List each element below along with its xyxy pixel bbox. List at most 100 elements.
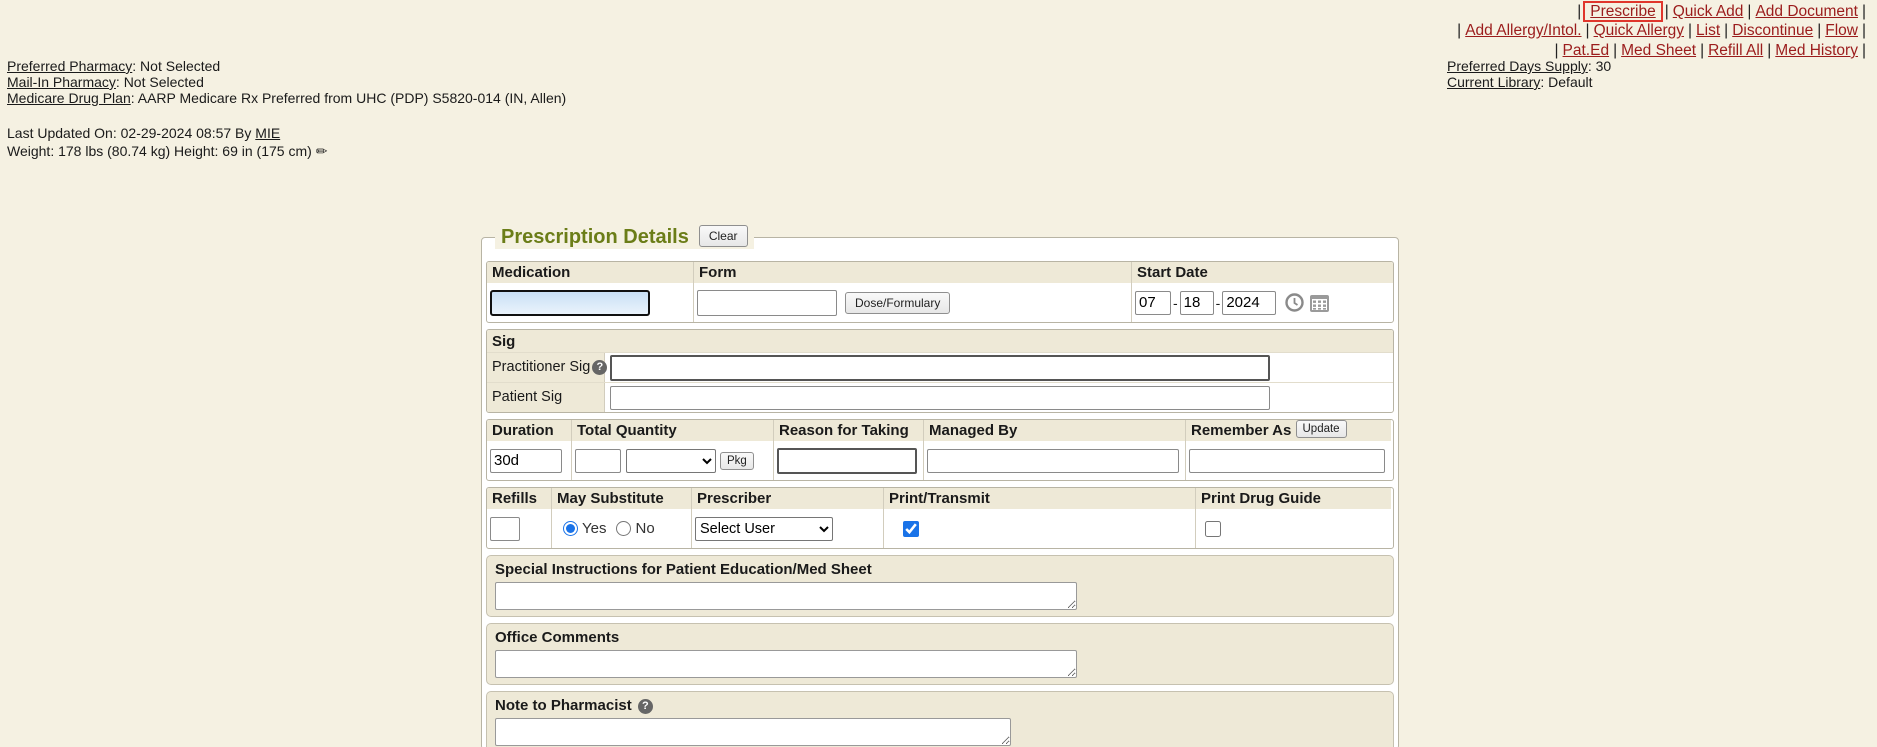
medication-form-date-table: Medication Form Dose/Formulary Start Dat… [486,261,1394,323]
time-clock-icon[interactable] [1285,293,1304,312]
medication-actions-toolbar: Prescribe Quick Add Add Document Add Aller… [1455,1,1868,61]
dose-formulary-button[interactable]: Dose/Formulary [845,292,950,314]
nav-flow-link[interactable]: Flow [1825,22,1858,39]
note-to-pharmacist-textarea[interactable] [495,718,1011,746]
office-comments-panel: Office Comments [486,623,1394,685]
start-date-column: Start Date - - [1131,262,1393,322]
reason-for-taking-input[interactable] [777,448,917,474]
nav-prescribe-link[interactable]: Prescribe [1590,3,1655,20]
sig-header: Sig [487,330,1393,352]
duration-input[interactable] [490,449,562,473]
may-substitute-yes-label: Yes [582,520,606,537]
refills-input[interactable] [490,517,520,541]
may-substitute-no-radio[interactable] [616,521,631,536]
divider [1586,22,1590,39]
current-library-link[interactable]: Current Library [1447,74,1540,90]
nav-med-history-link[interactable]: Med History [1775,42,1858,59]
nav-add-allergy-link[interactable]: Add Allergy/Intol. [1465,22,1581,39]
total-quantity-header: Total Quantity [572,420,773,441]
practitioner-sig-input[interactable] [610,355,1270,381]
toolbar-row-1: Prescribe Quick Add Add Document [1455,1,1868,21]
total-quantity-column: Total Quantity Pkg [571,420,773,480]
nav-pat-ed-link[interactable]: Pat.Ed [1563,42,1610,59]
nav-refill-all-link[interactable]: Refill All [1708,42,1763,59]
medicare-drug-plan-link[interactable]: Medicare Drug Plan [7,90,131,106]
divider [1457,22,1461,39]
preferred-days-supply-link[interactable]: Preferred Days Supply [1447,58,1588,74]
calendar-picker-icon[interactable] [1309,293,1330,313]
quantity-unit-select[interactable] [626,449,716,473]
managed-by-column: Managed By [923,420,1185,480]
office-comments-label: Office Comments [495,629,1385,646]
start-date-header: Start Date [1132,262,1393,283]
last-updated-line: Last Updated On: 02-29-2024 08:57 By MIE [7,125,327,143]
nav-quick-allergy-link[interactable]: Quick Allergy [1594,22,1684,39]
pharmacy-info-block: Preferred Pharmacy: Not Selected Mail-In… [7,58,566,106]
update-button[interactable]: Update [1296,420,1347,438]
duration-quantity-table: Duration Total Quantity Pkg Reason for T… [486,419,1394,481]
practitioner-sig-label-text: Practitioner Sig [492,359,590,375]
nav-quick-add-link[interactable]: Quick Add [1673,3,1744,20]
duration-header: Duration [487,420,571,441]
may-substitute-column: May Substitute Yes No [551,488,691,548]
divider [1555,42,1559,59]
print-drug-guide-column: Print Drug Guide [1195,488,1391,548]
nav-med-sheet-link[interactable]: Med Sheet [1621,42,1696,59]
may-substitute-no-label: No [635,520,654,537]
reason-header: Reason for Taking [774,420,923,441]
divider [1688,22,1692,39]
prescriber-column: Prescriber Select User [691,488,883,548]
preferred-pharmacy-value: : Not Selected [132,58,220,74]
note-to-pharmacist-label: Note to Pharmacist ? [495,697,1385,714]
divider [1862,42,1866,59]
note-to-pharmacist-panel: Note to Pharmacist ? [486,691,1394,747]
preferred-days-supply-value: : 30 [1588,58,1611,74]
form-header: Form [694,262,1131,283]
print-transmit-header: Print/Transmit [884,488,1195,509]
total-quantity-input[interactable] [575,449,621,473]
prescriber-header: Prescriber [692,488,883,509]
start-date-month-input[interactable] [1135,291,1171,315]
refills-prescriber-table: Refills May Substitute Yes No Prescriber… [486,487,1394,549]
vitals-line: Weight: 178 lbs (80.74 kg) Height: 69 in… [7,143,327,161]
managed-by-header: Managed By [924,420,1185,441]
nav-add-document-link[interactable]: Add Document [1755,3,1858,20]
form-input[interactable] [697,290,837,316]
may-substitute-yes-radio[interactable] [563,521,578,536]
office-comments-textarea[interactable] [495,650,1077,678]
form-column: Form Dose/Formulary [693,262,1131,322]
mail-in-pharmacy-value: : Not Selected [116,74,204,90]
update-vitals-block: Last Updated On: 02-29-2024 08:57 By MIE… [7,125,327,160]
edit-vitals-pencil-icon[interactable]: ✏ [316,143,328,159]
clear-button[interactable]: Clear [699,225,748,247]
supply-library-info-block: Preferred Days Supply: 30 Current Librar… [1447,58,1611,90]
pkg-button[interactable]: Pkg [720,452,754,470]
divider [1724,22,1728,39]
medication-input[interactable] [490,290,650,316]
remember-as-column: Remember As Update [1185,420,1391,480]
special-instructions-label: Special Instructions for Patient Educati… [495,561,1385,578]
preferred-pharmacy-link[interactable]: Preferred Pharmacy [7,58,132,74]
practitioner-sig-label: Practitioner Sig? [487,353,605,382]
prescription-details-legend: Prescription DetailsClear [495,226,754,249]
duration-column: Duration [487,420,571,480]
patient-sig-row: Patient Sig [487,382,1393,412]
special-instructions-textarea[interactable] [495,582,1077,610]
managed-by-input[interactable] [927,449,1179,473]
note-to-pharmacist-label-text: Note to Pharmacist [495,697,632,714]
nav-list-link[interactable]: List [1696,22,1720,39]
print-drug-guide-checkbox[interactable] [1205,521,1221,537]
remember-as-input[interactable] [1189,449,1385,473]
print-transmit-checkbox[interactable] [903,521,919,537]
preferred-days-supply-line: Preferred Days Supply: 30 [1447,58,1611,74]
updated-by-user-link[interactable]: MIE [255,125,280,141]
divider [1665,3,1669,20]
start-date-day-input[interactable] [1180,291,1214,315]
nav-discontinue-link[interactable]: Discontinue [1732,22,1813,39]
patient-sig-label: Patient Sig [487,383,605,412]
start-date-year-input[interactable] [1222,291,1276,315]
mail-in-pharmacy-link[interactable]: Mail-In Pharmacy [7,74,116,90]
patient-sig-input[interactable] [610,386,1270,410]
prescriber-select[interactable]: Select User [695,517,833,541]
note-to-pharmacist-help-icon[interactable]: ? [638,699,653,714]
